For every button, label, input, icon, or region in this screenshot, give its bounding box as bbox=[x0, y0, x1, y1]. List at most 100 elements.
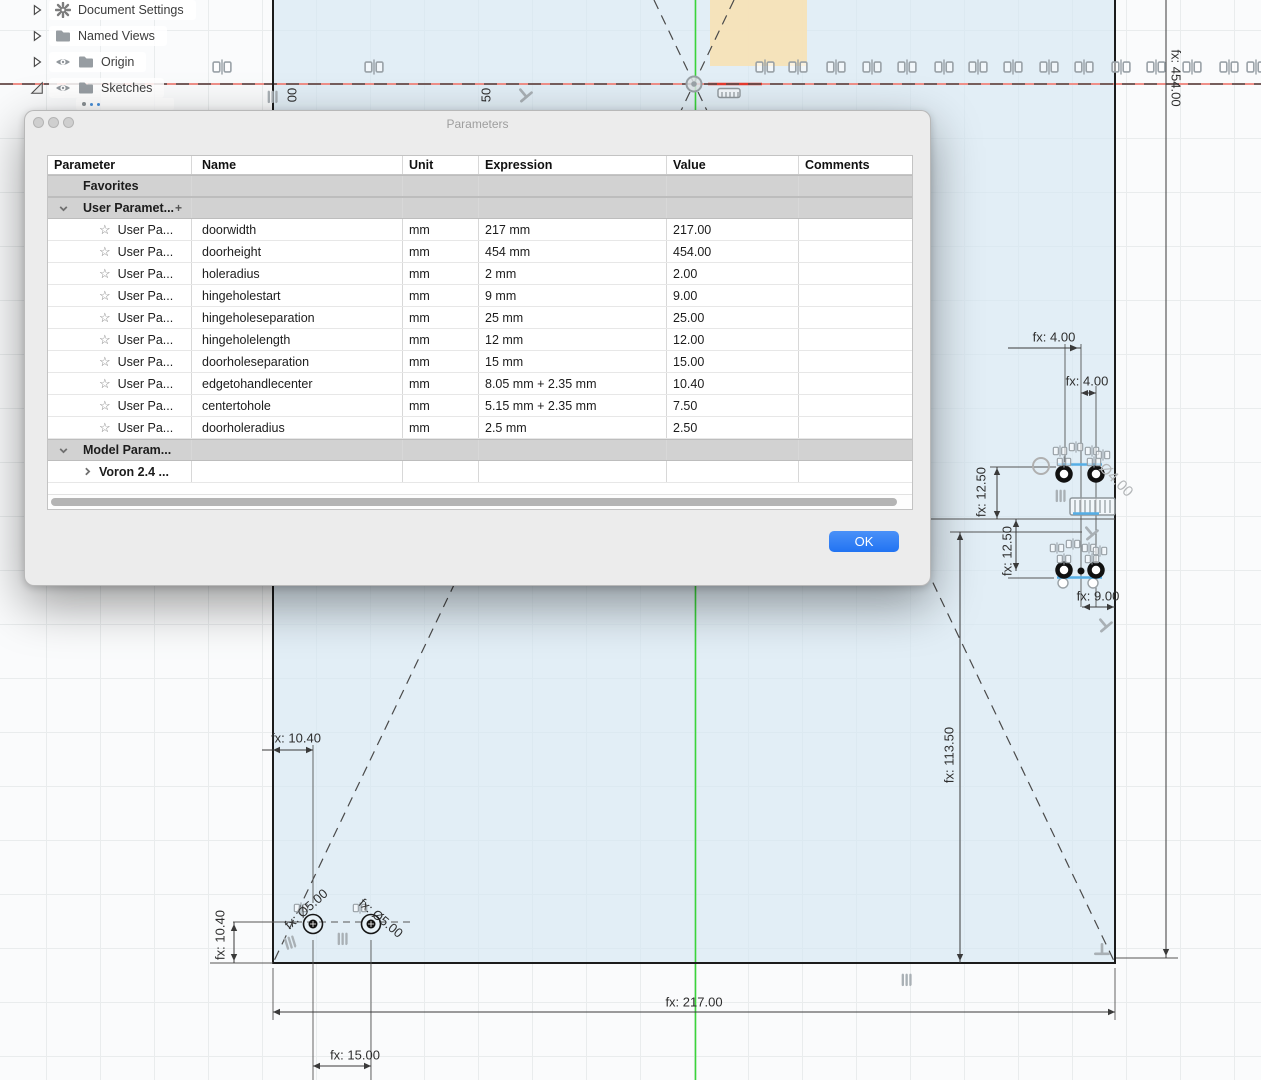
cell-comments[interactable] bbox=[799, 395, 912, 416]
dimension-label[interactable]: fx: 10.40 bbox=[271, 731, 321, 746]
favorite-star-icon[interactable]: ☆ bbox=[99, 310, 111, 326]
cell-expression[interactable]: 25 mm bbox=[479, 307, 667, 328]
cell-unit[interactable]: mm bbox=[403, 395, 479, 416]
parameter-row[interactable]: ☆ User Pa... doorheight mm 454 mm 454.00 bbox=[48, 241, 912, 263]
cell-comments[interactable] bbox=[799, 219, 912, 240]
mirror-constraint-icon[interactable] bbox=[1065, 538, 1082, 550]
favorite-star-icon[interactable]: ☆ bbox=[99, 376, 111, 392]
chevron-down-icon[interactable] bbox=[58, 203, 69, 214]
mirror-constraint-icon[interactable] bbox=[933, 59, 955, 75]
dimension-label[interactable]: fx: 9.00 bbox=[1077, 589, 1120, 604]
add-parameter-icon[interactable]: + bbox=[175, 201, 182, 215]
dimension-label[interactable]: fx: 4.00 bbox=[1066, 374, 1109, 389]
cell-name[interactable]: hingeholelength bbox=[192, 329, 403, 350]
cell-expression[interactable]: 2 mm bbox=[479, 263, 667, 284]
cell-name[interactable]: centertohole bbox=[192, 395, 403, 416]
scrollbar-thumb[interactable] bbox=[51, 498, 897, 506]
favorite-star-icon[interactable]: ☆ bbox=[99, 266, 111, 282]
parameter-row[interactable]: ☆ User Pa... hingeholeseparation mm 25 mm 25.… bbox=[48, 307, 912, 329]
parameter-row[interactable]: ☆ User Pa... centertohole mm 5.15 mm + 2.35 … bbox=[48, 395, 912, 417]
mirror-constraint-icon[interactable] bbox=[754, 59, 776, 75]
cell-name[interactable]: doorheight bbox=[192, 241, 403, 262]
dimension-label[interactable]: 00 bbox=[285, 88, 300, 102]
cell-unit[interactable]: mm bbox=[403, 285, 479, 306]
tree-item-document-settings[interactable]: Document Settings bbox=[30, 0, 196, 20]
dialog-titlebar[interactable]: Parameters bbox=[25, 111, 930, 137]
horizontal-scrollbar[interactable] bbox=[48, 494, 912, 509]
cell-expression[interactable]: 217 mm bbox=[479, 219, 667, 240]
parameter-row[interactable]: ☆ User Pa... holeradius mm 2 mm 2.00 bbox=[48, 263, 912, 285]
cell-name[interactable]: doorwidth bbox=[192, 219, 403, 240]
visibility-eye-icon[interactable] bbox=[55, 54, 71, 70]
favorite-star-icon[interactable]: ☆ bbox=[99, 420, 111, 436]
mirror-constraint-icon[interactable] bbox=[1073, 59, 1095, 75]
mirror-constraint-icon[interactable] bbox=[1002, 59, 1024, 75]
cell-name[interactable]: hingeholestart bbox=[192, 285, 403, 306]
mirror-constraint-icon[interactable] bbox=[1110, 59, 1132, 75]
cell-comments[interactable] bbox=[799, 241, 912, 262]
ok-button[interactable]: OK bbox=[829, 531, 899, 552]
mirror-constraint-icon[interactable] bbox=[1068, 441, 1085, 453]
mirror-constraint-icon[interactable] bbox=[1084, 553, 1101, 565]
hinge-slot-lower[interactable] bbox=[1055, 561, 1105, 589]
cell-name[interactable]: holeradius bbox=[192, 263, 403, 284]
cell-value[interactable]: 2.50 bbox=[667, 417, 799, 438]
cell-comments[interactable] bbox=[799, 373, 912, 394]
parameter-row[interactable]: ☆ User Pa... hingeholestart mm 9 mm 9.00 bbox=[48, 285, 912, 307]
cell-comments[interactable] bbox=[799, 351, 912, 372]
tree-item-partial[interactable] bbox=[76, 98, 174, 110]
mirror-constraint-icon[interactable] bbox=[825, 59, 847, 75]
mirror-constraint-icon[interactable] bbox=[896, 59, 918, 75]
cell-unit[interactable]: mm bbox=[403, 307, 479, 328]
cell-expression[interactable]: 5.15 mm + 2.35 mm bbox=[479, 395, 667, 416]
group-row[interactable]: Model Param... bbox=[48, 439, 912, 461]
dimension-label[interactable]: fx: 15.00 bbox=[330, 1048, 380, 1063]
dimension-label[interactable]: fx: 4.00 bbox=[1033, 330, 1076, 345]
cell-value[interactable]: 217.00 bbox=[667, 219, 799, 240]
dimension-label[interactable]: fx: 10.40 bbox=[213, 910, 228, 960]
parameter-row[interactable]: ☆ User Pa... doorholeradius mm 2.5 mm 2.50 bbox=[48, 417, 912, 439]
favorite-star-icon[interactable]: ☆ bbox=[99, 398, 111, 414]
mirror-constraint-icon[interactable] bbox=[1245, 59, 1261, 75]
collapse-triangle-icon[interactable] bbox=[30, 29, 44, 43]
column-header-value[interactable]: Value bbox=[667, 156, 799, 174]
column-header-unit[interactable]: Unit bbox=[403, 156, 479, 174]
cell-comments[interactable] bbox=[799, 307, 912, 328]
parameter-row[interactable]: ☆ User Pa... doorholeseparation mm 15 mm 15.0… bbox=[48, 351, 912, 373]
favorite-star-icon[interactable]: ☆ bbox=[99, 222, 111, 238]
parameter-row[interactable]: ☆ User Pa... doorwidth mm 217 mm 217.00 bbox=[48, 219, 912, 241]
tree-item-origin[interactable]: Origin bbox=[30, 52, 147, 72]
group-row[interactable]: Favorites bbox=[48, 175, 912, 197]
cell-comments[interactable] bbox=[799, 285, 912, 306]
collapse-triangle-icon[interactable] bbox=[30, 55, 44, 69]
tree-item-label[interactable]: Named Views bbox=[78, 29, 155, 43]
perpendicular-constraint-icon[interactable] bbox=[515, 85, 534, 104]
mirror-constraint-icon[interactable] bbox=[1056, 553, 1073, 565]
tree-item-label[interactable]: Origin bbox=[101, 55, 134, 69]
mirror-constraint-icon[interactable] bbox=[967, 59, 989, 75]
mirror-constraint-icon[interactable] bbox=[211, 59, 233, 75]
cell-comments[interactable] bbox=[799, 263, 912, 284]
parameter-row[interactable]: ☆ User Pa... edgetohandlecenter mm 8.05 mm +… bbox=[48, 373, 912, 395]
dimension-label[interactable]: fx: 12.50 bbox=[974, 467, 989, 517]
column-header-comments[interactable]: Comments bbox=[799, 156, 912, 174]
dimension-label[interactable]: fx: 113.50 bbox=[942, 727, 957, 783]
group-row[interactable]: User Paramet... + bbox=[48, 197, 912, 219]
favorite-star-icon[interactable]: ☆ bbox=[99, 288, 111, 304]
cell-value[interactable]: 2.00 bbox=[667, 263, 799, 284]
column-header-name[interactable]: Name bbox=[192, 156, 403, 174]
column-header-parameter[interactable]: Parameter bbox=[48, 156, 192, 174]
cell-value[interactable]: 10.40 bbox=[667, 373, 799, 394]
model-row[interactable]: Voron 2.4 ... bbox=[48, 461, 912, 483]
cell-value[interactable]: 25.00 bbox=[667, 307, 799, 328]
cell-name[interactable]: doorholeradius bbox=[192, 417, 403, 438]
mirror-constraint-icon[interactable] bbox=[1181, 59, 1203, 75]
collapse-triangle-icon[interactable] bbox=[30, 3, 44, 17]
cell-unit[interactable]: mm bbox=[403, 241, 479, 262]
visibility-eye-icon[interactable] bbox=[55, 80, 71, 96]
mirror-constraint-icon[interactable] bbox=[363, 59, 385, 75]
cell-expression[interactable]: 12 mm bbox=[479, 329, 667, 350]
cell-name[interactable]: edgetohandlecenter bbox=[192, 373, 403, 394]
tree-item-named-views[interactable]: Named Views bbox=[30, 26, 167, 46]
fusion-sketch-canvas[interactable]: fx: 4.00 fx: 4.00 fx: 12.50 fx: 12.50 fx: 9.… bbox=[0, 0, 1261, 1080]
